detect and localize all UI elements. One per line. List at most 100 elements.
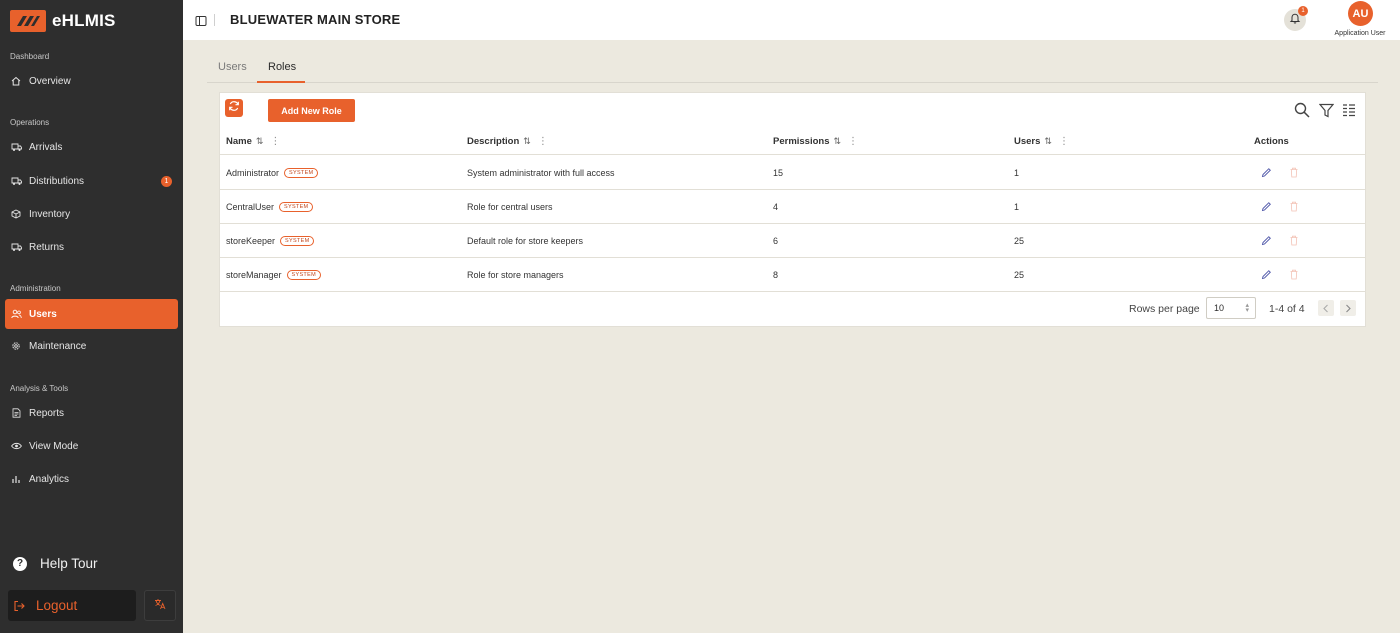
table-row[interactable]: storeKeeper SYSTEM Default role for store… [220, 224, 1365, 258]
tabs: Users Roles [207, 56, 1378, 83]
delete-icon[interactable] [1288, 268, 1300, 280]
system-badge: SYSTEM [286, 270, 321, 280]
previous-page-button[interactable] [1318, 300, 1334, 316]
next-page-button[interactable] [1340, 300, 1356, 316]
rows-per-page-select[interactable]: 10 ▴ ▾ [1206, 297, 1256, 319]
sidebar-item-label: Distributions [29, 175, 85, 187]
header-divider [214, 14, 215, 26]
active-tab-indicator [257, 81, 305, 83]
column-label: Name [226, 136, 252, 147]
top-header: BLUEWATER MAIN STORE 1 AU Application Us… [183, 0, 1400, 40]
roles-card: Add New Role Name ⇅ ⋮ Description ⇅ ⋮ Pe… [219, 92, 1366, 327]
role-permissions: 15 [773, 168, 784, 178]
sort-icon[interactable]: ⇅ [256, 136, 264, 147]
select-caret-icon: ▴ ▾ [1245, 302, 1249, 314]
return-truck-icon [10, 241, 22, 253]
column-menu-icon[interactable]: ⋮ [538, 136, 548, 147]
sidebar-toggle-icon[interactable] [195, 14, 207, 26]
table-row[interactable]: storeManager SYSTEM Role for store manage… [220, 258, 1365, 292]
users-icon [10, 308, 22, 320]
avatar[interactable]: AU [1348, 1, 1373, 26]
sidebar-item-users[interactable]: Users [5, 299, 178, 329]
user-name: Application User [1334, 30, 1386, 37]
sidebar-item-reports[interactable]: Reports [5, 398, 178, 428]
role-name: CentralUser [226, 202, 275, 212]
role-description: Role for central users [467, 202, 553, 212]
system-badge: SYSTEM [279, 202, 314, 212]
column-header-users[interactable]: Users ⇅ ⋮ [1014, 136, 1069, 147]
logout-icon [13, 600, 25, 612]
help-tour-button[interactable]: ? Help Tour [13, 556, 98, 571]
column-menu-icon[interactable]: ⋮ [848, 136, 858, 147]
sidebar-item-view-mode[interactable]: View Mode [5, 431, 178, 461]
role-users: 1 [1014, 202, 1020, 212]
role-name: storeKeeper [226, 236, 276, 246]
role-name: Administrator [226, 168, 280, 178]
section-label-analysis: Analysis & Tools [10, 384, 69, 393]
edit-icon[interactable] [1260, 234, 1272, 246]
eye-icon [10, 440, 22, 452]
column-header-name[interactable]: Name ⇅ ⋮ [226, 136, 280, 147]
role-description: Default role for store keepers [467, 236, 584, 246]
section-label-dashboard: Dashboard [10, 52, 50, 61]
columns-icon[interactable] [1341, 102, 1357, 118]
bar-chart-icon [10, 473, 22, 485]
add-new-role-button[interactable]: Add New Role [268, 99, 355, 122]
language-button[interactable] [144, 590, 176, 621]
sidebar-item-analytics[interactable]: Analytics [5, 464, 178, 494]
section-label-administration: Administration [10, 284, 61, 293]
brand[interactable]: eHLMIS [10, 8, 116, 34]
edit-icon[interactable] [1260, 268, 1272, 280]
refresh-button[interactable] [225, 99, 243, 117]
sidebar-item-label: Users [29, 308, 57, 320]
tab-users[interactable]: Users [218, 61, 247, 73]
section-label-operations: Operations [10, 118, 50, 127]
translate-icon [154, 597, 166, 615]
column-label: Users [1014, 136, 1041, 147]
sidebar-item-distributions[interactable]: Distributions 1 [5, 166, 178, 196]
sort-icon[interactable]: ⇅ [834, 136, 842, 147]
column-label: Description [467, 136, 520, 147]
sidebar-item-label: Reports [29, 407, 65, 419]
page-title: BLUEWATER MAIN STORE [230, 12, 401, 27]
rows-per-page-label: Rows per page [1129, 303, 1200, 315]
edit-icon[interactable] [1260, 166, 1272, 178]
table-row[interactable]: CentralUser SYSTEM Role for central users… [220, 190, 1365, 224]
column-header-description[interactable]: Description ⇅ ⋮ [467, 136, 548, 147]
sort-icon[interactable]: ⇅ [523, 136, 531, 147]
help-tour-label: Help Tour [40, 556, 98, 571]
sidebar-item-overview[interactable]: Overview [5, 66, 178, 96]
role-users: 25 [1014, 270, 1025, 280]
box-icon [10, 208, 22, 220]
column-header-actions: Actions [1254, 136, 1289, 147]
sidebar-item-label: Analytics [29, 473, 70, 485]
tab-roles[interactable]: Roles [268, 61, 296, 73]
delete-icon[interactable] [1288, 234, 1300, 246]
role-description: System administrator with full access [467, 168, 615, 178]
sidebar-item-returns[interactable]: Returns [5, 232, 178, 262]
sidebar-item-label: Returns [29, 241, 65, 253]
search-icon[interactable] [1294, 102, 1310, 118]
logout-button[interactable]: Logout [8, 590, 136, 621]
chevron-right-icon [1346, 304, 1351, 312]
delete-icon[interactable] [1288, 166, 1300, 178]
table-row[interactable]: Administrator SYSTEM System administrator… [220, 156, 1365, 190]
system-badge: SYSTEM [280, 236, 315, 246]
sort-icon[interactable]: ⇅ [1044, 136, 1052, 147]
logout-label: Logout [36, 598, 78, 613]
chevron-left-icon [1323, 304, 1328, 312]
column-label: Actions [1254, 136, 1289, 147]
sidebar-item-label: Inventory [29, 208, 71, 220]
role-users: 1 [1014, 168, 1020, 178]
refresh-icon [228, 99, 240, 117]
column-menu-icon[interactable]: ⋮ [270, 136, 280, 147]
edit-icon[interactable] [1260, 200, 1272, 212]
filter-icon[interactable] [1318, 102, 1334, 118]
sidebar-item-maintenance[interactable]: Maintenance [5, 331, 178, 361]
sidebar-item-arrivals[interactable]: Arrivals [5, 132, 178, 162]
column-header-permissions[interactable]: Permissions ⇅ ⋮ [773, 136, 858, 147]
sidebar-item-inventory[interactable]: Inventory [5, 199, 178, 229]
system-badge: SYSTEM [284, 168, 319, 178]
column-menu-icon[interactable]: ⋮ [1059, 136, 1069, 147]
delete-icon[interactable] [1288, 200, 1300, 212]
